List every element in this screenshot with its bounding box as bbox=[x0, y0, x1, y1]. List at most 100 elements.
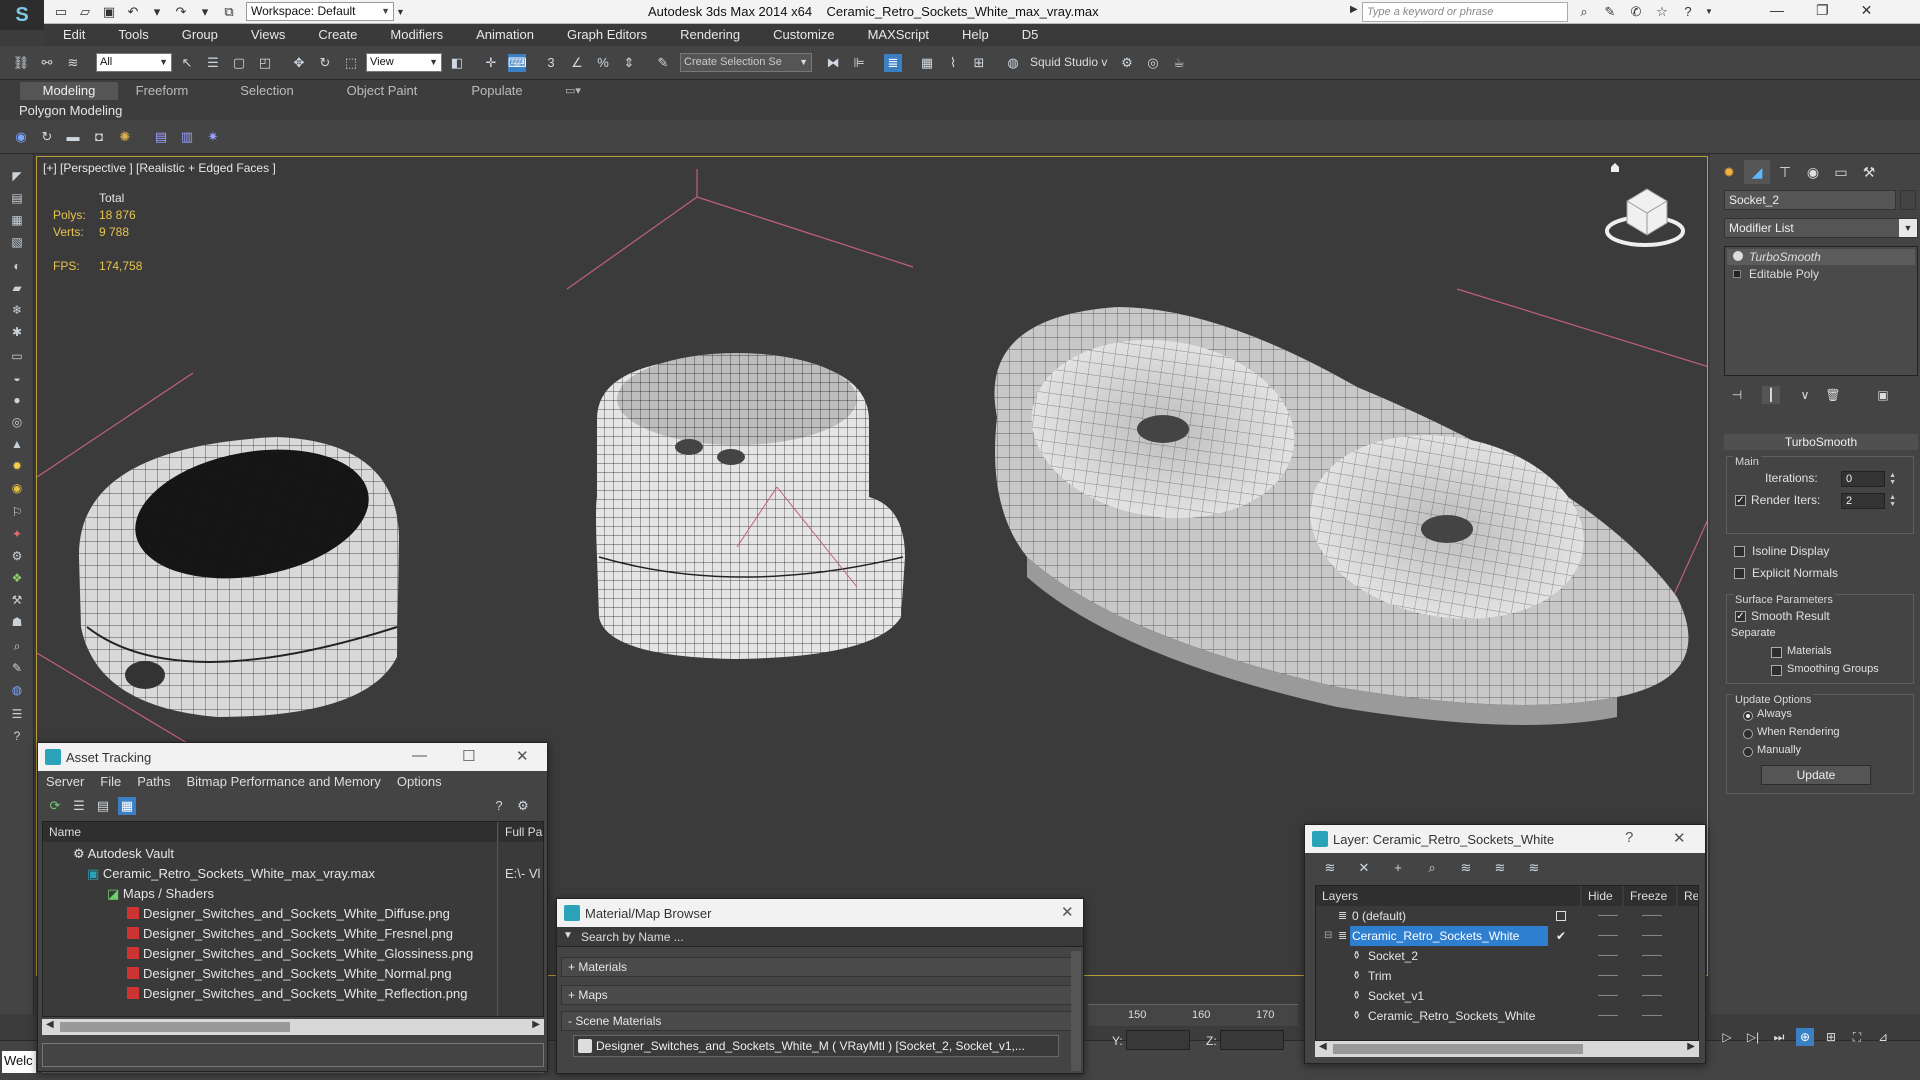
tab-modeling[interactable]: Modeling bbox=[20, 82, 118, 100]
mirror-icon[interactable]: ⧓ bbox=[824, 54, 842, 72]
sun-icon[interactable]: ◉ bbox=[8, 480, 26, 496]
camera-target-icon[interactable]: ◘ bbox=[90, 128, 108, 146]
settings-gear-icon[interactable]: ✷ bbox=[204, 128, 222, 146]
graphite-ribbon-icon[interactable]: ▦ bbox=[918, 54, 936, 72]
hide-toggle[interactable]: —— bbox=[1598, 946, 1618, 966]
table-row[interactable]: Designer_Switches_and_Sockets_White_Diff… bbox=[43, 904, 543, 924]
freeze-toggle[interactable]: —— bbox=[1642, 906, 1662, 926]
angle-snap-icon[interactable]: ∠ bbox=[568, 54, 586, 72]
menu-customize[interactable]: Customize bbox=[773, 24, 848, 46]
unlink-icon[interactable]: ⚯ bbox=[38, 54, 56, 72]
help-dropdown-icon[interactable]: ▼ bbox=[1705, 3, 1713, 21]
binoculars-icon[interactable]: ⌕ bbox=[1575, 3, 1593, 21]
scene-explorer-icon[interactable]: ▦ bbox=[8, 212, 26, 228]
freeze-toggle[interactable]: —— bbox=[1642, 946, 1662, 966]
window-titlebar[interactable]: Material/Map Browser ✕ bbox=[557, 899, 1083, 927]
select-by-name-icon[interactable]: ☰ bbox=[204, 54, 222, 72]
table-row[interactable]: Designer_Switches_and_Sockets_White_Norm… bbox=[43, 964, 543, 984]
layer-row[interactable]: ⚱ Socket_v1 —— —— bbox=[1316, 986, 1698, 1006]
hide-toggle[interactable]: —— bbox=[1598, 926, 1618, 946]
close-icon[interactable]: ✕ bbox=[1861, 2, 1873, 19]
select-object-icon[interactable]: ↖ bbox=[178, 54, 196, 72]
keyboard-shortcut-override-icon[interactable]: ⌨ bbox=[508, 54, 527, 72]
scroll-right-icon[interactable]: ▶ bbox=[1687, 1041, 1695, 1052]
always-radio[interactable] bbox=[1743, 711, 1753, 721]
squid-studio-label[interactable]: Squid Studio v bbox=[1030, 55, 1107, 69]
curve-editor-icon[interactable]: ⌇ bbox=[944, 54, 962, 72]
zoom-extents-icon[interactable]: ⊕ bbox=[1796, 1028, 1814, 1046]
snaps-toggle-icon[interactable]: 3 bbox=[542, 54, 560, 72]
hide-toggle[interactable]: —— bbox=[1598, 966, 1618, 986]
menu-tools[interactable]: Tools bbox=[118, 24, 162, 46]
hide-icon[interactable]: ▰ bbox=[8, 280, 26, 296]
field-of-view-icon[interactable]: ⊿ bbox=[1874, 1028, 1892, 1046]
redo-icon[interactable]: ↷ bbox=[172, 3, 190, 21]
search-expand-icon[interactable]: ▶ bbox=[1350, 4, 1358, 15]
stack-item-editable-poly[interactable]: Editable Poly bbox=[1727, 266, 1915, 282]
render-teapot-icon[interactable]: ☕ bbox=[1170, 54, 1188, 72]
render-setup-icon[interactable]: ⚙ bbox=[1118, 54, 1136, 72]
camera-icon[interactable]: ▬ bbox=[64, 128, 82, 146]
socket-middle-model[interactable] bbox=[596, 353, 905, 659]
column-header-freeze[interactable]: Freeze bbox=[1624, 886, 1676, 906]
thumbnail-view-icon[interactable]: ▤ bbox=[94, 797, 112, 815]
tab-freeform[interactable]: Freeform bbox=[124, 82, 200, 100]
smooth-result-checkbox[interactable]: ✓ bbox=[1735, 611, 1746, 622]
rotate-icon[interactable]: ↻ bbox=[316, 54, 334, 72]
z-coordinate-field[interactable] bbox=[1220, 1030, 1284, 1050]
search-options-icon[interactable]: ▼ bbox=[563, 930, 573, 941]
named-selection-dropdown[interactable]: Create Selection Se ▼ bbox=[680, 53, 812, 72]
column-header-hide[interactable]: Hide bbox=[1582, 886, 1622, 906]
layer-row[interactable]: ⚱ Socket_2 —— —— bbox=[1316, 946, 1698, 966]
column-divider[interactable] bbox=[497, 822, 498, 1016]
configure-sets-icon[interactable]: ▣ bbox=[1874, 386, 1892, 404]
select-objects-in-layer-icon[interactable]: ⌕ bbox=[1423, 859, 1441, 877]
home-icon[interactable] bbox=[1611, 163, 1619, 172]
menu-create[interactable]: Create bbox=[318, 24, 371, 46]
hide-all-layers-icon[interactable]: ≋ bbox=[1491, 859, 1509, 877]
hide-toggle[interactable]: —— bbox=[1598, 986, 1618, 1006]
sphere-primitive-icon[interactable]: ● bbox=[8, 392, 26, 408]
display-tab-icon[interactable]: ▭ bbox=[1828, 160, 1854, 184]
collapse-icon[interactable]: ⊟ bbox=[1324, 926, 1332, 946]
polygon-modeling-panel[interactable]: Polygon Modeling bbox=[19, 102, 122, 120]
refresh-icon[interactable]: ↻ bbox=[38, 128, 56, 146]
next-frame-icon[interactable]: ▷| bbox=[1744, 1028, 1762, 1046]
scroll-thumb[interactable] bbox=[1333, 1044, 1583, 1054]
spinner-snap-icon[interactable]: ⇕ bbox=[620, 54, 638, 72]
tab-populate[interactable]: Populate bbox=[460, 82, 534, 100]
table-row[interactable]: ◪ Maps / Shaders bbox=[43, 884, 543, 904]
subscription-icon[interactable]: ✎ bbox=[1601, 3, 1619, 21]
light-bulb-icon[interactable]: ◉ bbox=[12, 128, 30, 146]
project-folder-icon[interactable]: ⧉ bbox=[220, 3, 238, 21]
freeze-icon[interactable]: ❄ bbox=[8, 302, 26, 318]
layer-manager-icon[interactable]: ≣ bbox=[884, 54, 902, 72]
modify-tab-icon[interactable]: ◢ bbox=[1744, 160, 1770, 184]
restore-icon[interactable]: ❐ bbox=[1816, 2, 1829, 19]
group-scene-materials[interactable]: - Scene Materials bbox=[561, 1011, 1073, 1031]
freeze-toggle[interactable]: —— bbox=[1642, 966, 1662, 986]
freeze-toggle[interactable]: —— bbox=[1642, 1006, 1662, 1026]
layer-row[interactable]: ⊟ ≣ Ceramic_Retro_Sockets_White ✔ —— —— bbox=[1316, 926, 1698, 946]
menu-edit[interactable]: Edit bbox=[63, 24, 99, 46]
motion-icon[interactable]: ☗ bbox=[8, 614, 26, 630]
pivot-center-icon[interactable]: ◧ bbox=[448, 54, 466, 72]
align-icon[interactable]: ⊫ bbox=[850, 54, 868, 72]
viewcube[interactable] bbox=[1605, 188, 1685, 247]
scroll-thumb[interactable] bbox=[60, 1022, 290, 1032]
menu-modifiers[interactable]: Modifiers bbox=[390, 24, 457, 46]
play-icon[interactable]: ▷ bbox=[1718, 1028, 1736, 1046]
layer-row[interactable]: ⚱ Ceramic_Retro_Sockets_White —— —— bbox=[1316, 1006, 1698, 1026]
menu-options[interactable]: Options bbox=[397, 771, 442, 793]
ribbon-options-icon[interactable]: ▭▾ bbox=[558, 82, 588, 100]
menu-animation[interactable]: Animation bbox=[476, 24, 548, 46]
horizontal-scrollbar[interactable]: ◀ ▶ bbox=[42, 1019, 544, 1035]
settings-icon[interactable]: ⚙ bbox=[514, 797, 532, 815]
column-header-render[interactable]: Re bbox=[1678, 886, 1698, 906]
rectangular-selection-icon[interactable]: ▢ bbox=[230, 54, 248, 72]
maximize-icon[interactable]: ☐ bbox=[462, 747, 475, 765]
new-file-icon[interactable]: ▭ bbox=[52, 3, 70, 21]
column-header-name[interactable]: Name bbox=[43, 822, 497, 842]
menu-server[interactable]: Server bbox=[46, 771, 84, 793]
menu-d5[interactable]: D5 bbox=[1022, 24, 1053, 46]
